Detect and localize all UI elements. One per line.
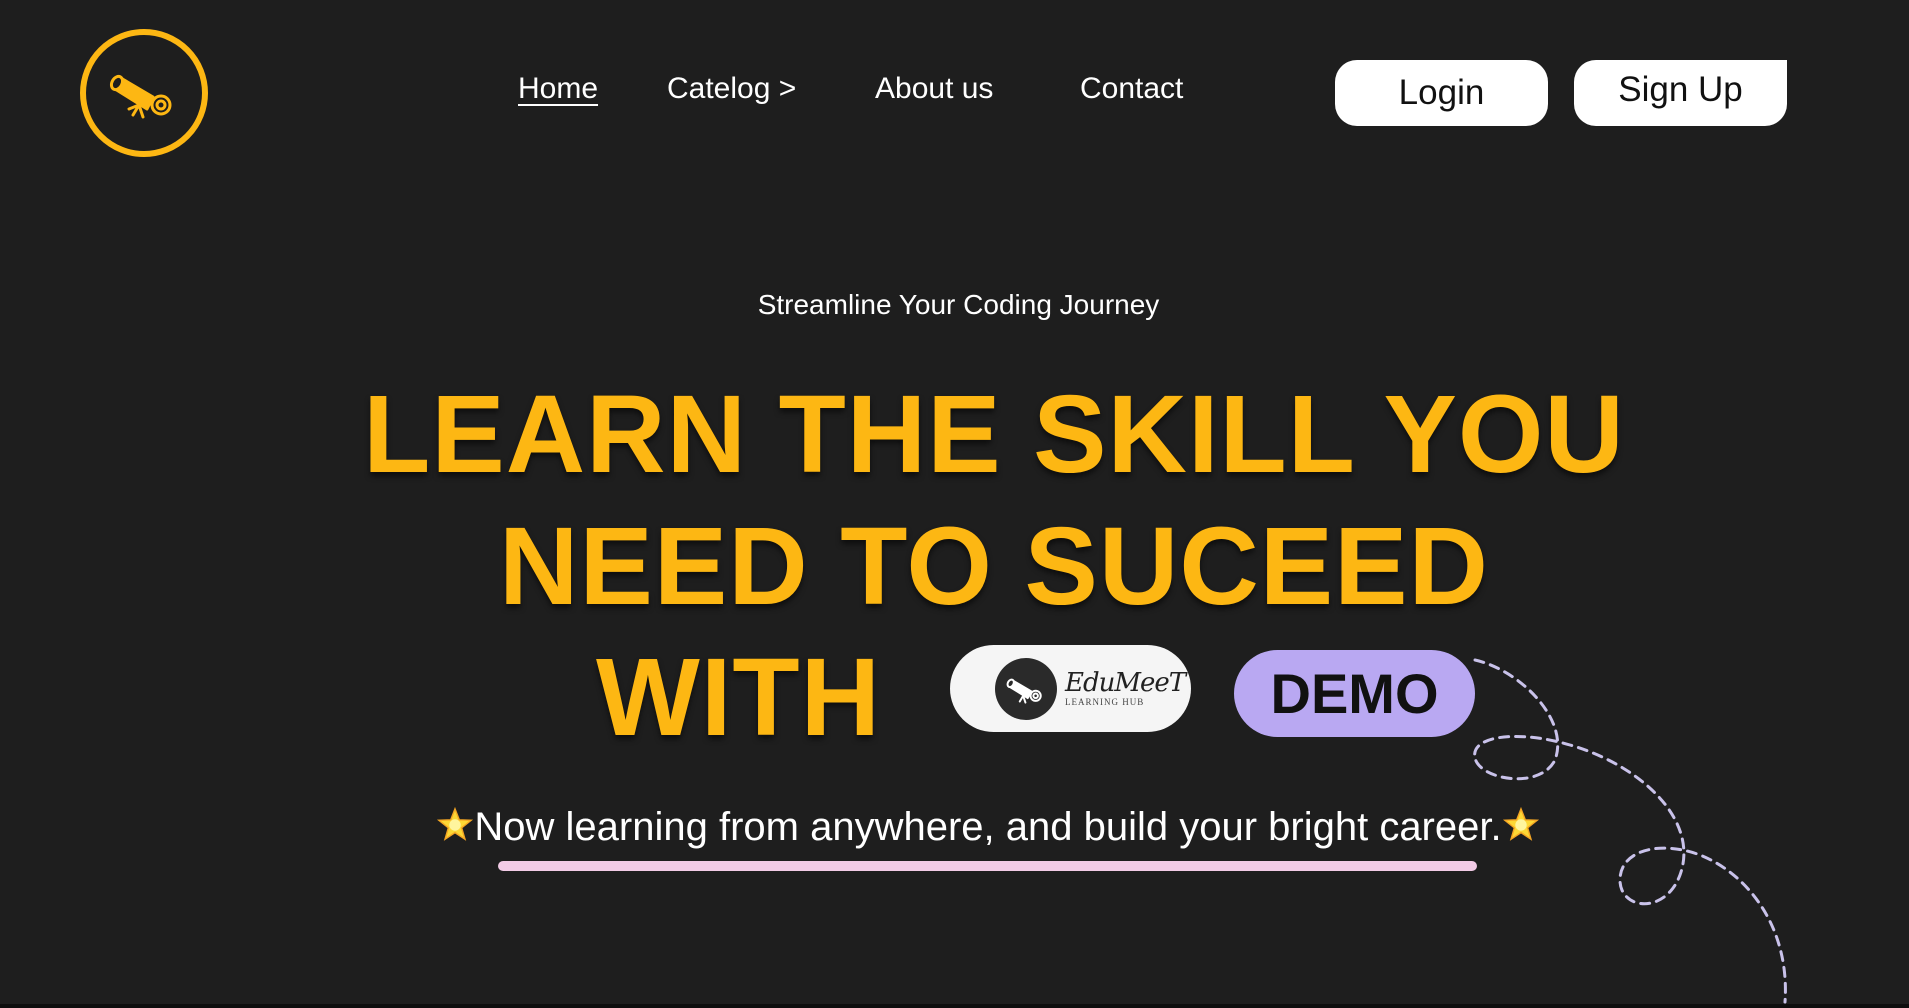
brand-logo (995, 657, 1057, 720)
page-bottom-border (0, 1004, 1909, 1008)
nav-catalog-link[interactable]: Catelog > (667, 72, 796, 106)
hero-headline-line-3: WITH (596, 636, 882, 759)
hero-headline-line-1: LEARN THE SKILL YOU (363, 373, 1625, 496)
scroll-diploma-icon (109, 74, 172, 119)
demo-badge[interactable]: DEMO (1234, 650, 1475, 737)
login-button[interactable]: Login (1335, 60, 1548, 126)
hero-tagline-text: Now learning from anywhere, and build yo… (474, 805, 1502, 849)
brand-badge: EduMeeT LEARNING HUB (950, 645, 1191, 732)
decorative-squiggle (1473, 658, 1787, 1004)
brand-name: EduMeeT (1065, 668, 1186, 698)
nav-about-link[interactable]: About us (875, 72, 993, 106)
hero-headline-line-2: NEED TO SUCEED (499, 505, 1489, 628)
nav-home-link[interactable]: Home (518, 72, 598, 106)
brand-wordmark: EduMeeT LEARNING HUB (1065, 668, 1186, 707)
scroll-diploma-icon (1006, 678, 1042, 704)
signup-button[interactable]: Sign Up (1574, 60, 1787, 126)
nav-contact-link[interactable]: Contact (1080, 72, 1183, 106)
landing-page: Home Catelog > About us Contact Login Si… (0, 0, 1909, 1008)
site-logo[interactable] (80, 29, 208, 157)
hero-subtitle: Streamline Your Coding Journey (757, 289, 1160, 320)
tagline-underline (498, 861, 1477, 871)
star-icon (437, 806, 474, 841)
brand-tagline: LEARNING HUB (1065, 697, 1145, 707)
